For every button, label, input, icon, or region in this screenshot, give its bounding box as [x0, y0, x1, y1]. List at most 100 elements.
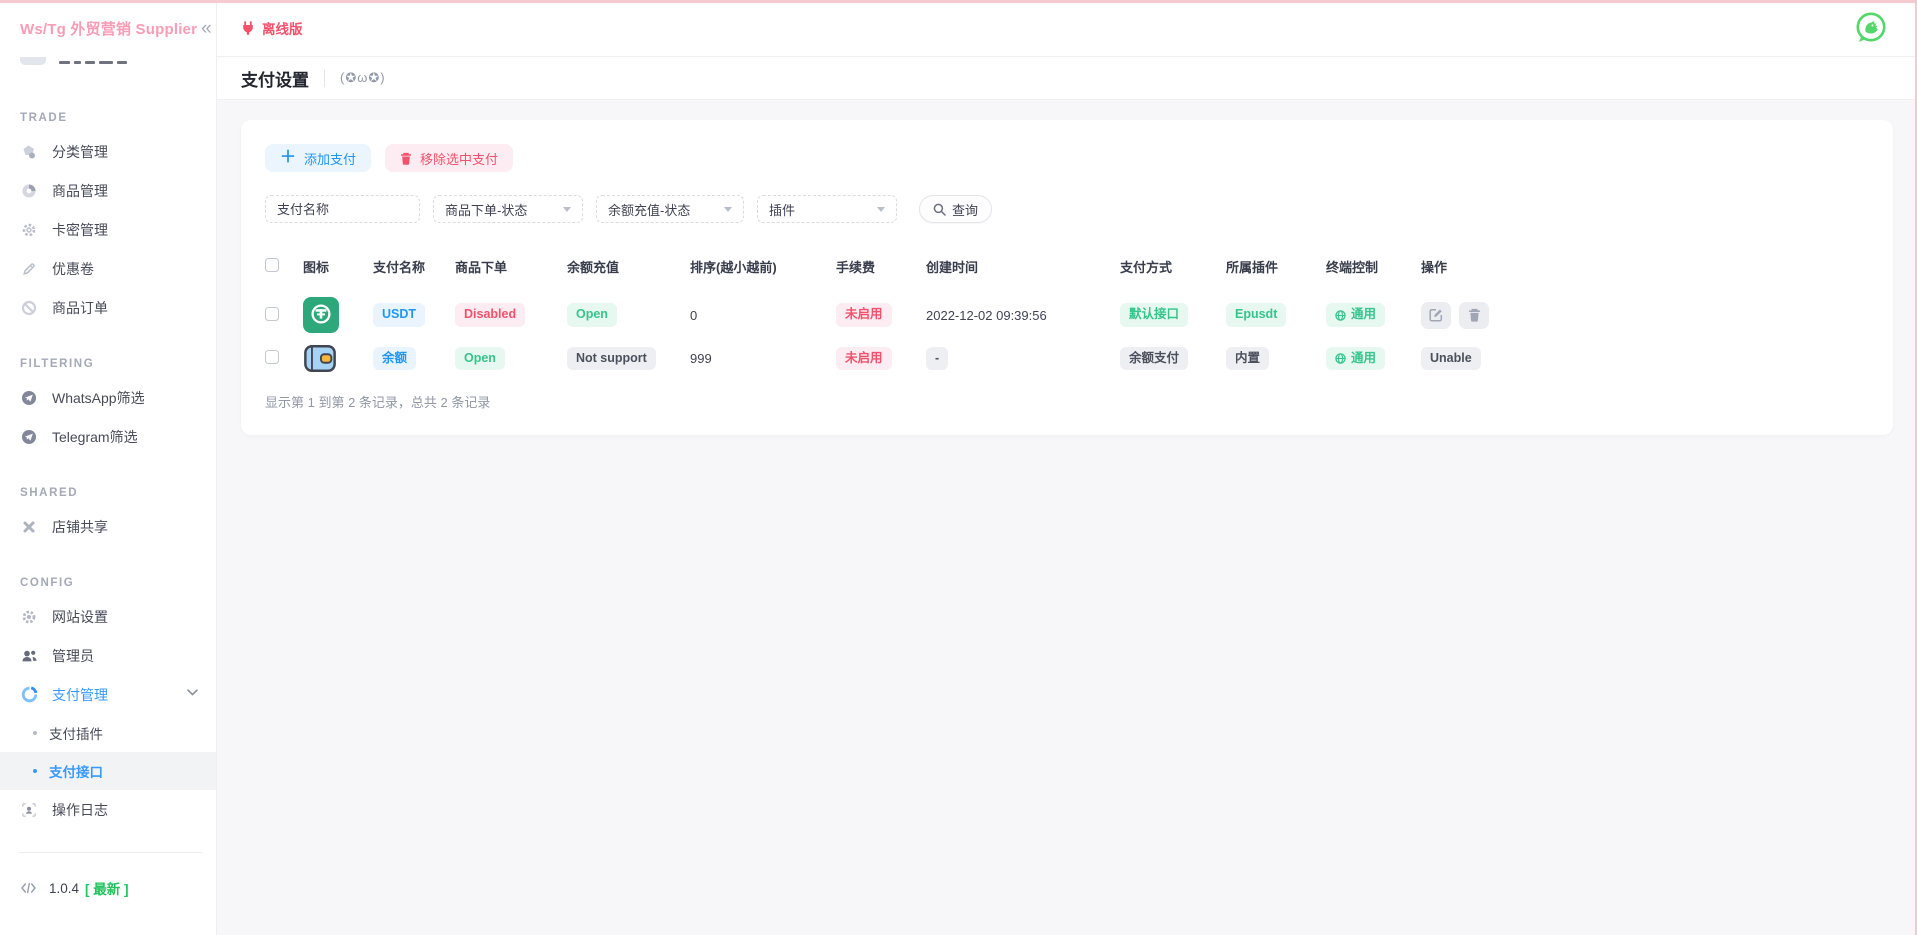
cell-method: 默认接口	[1120, 292, 1226, 338]
plug-icon	[241, 21, 255, 36]
sidebar-item-payment-api[interactable]: 支付接口	[0, 752, 216, 790]
sidebar-item-administrators[interactable]: 管理员	[0, 636, 216, 675]
page-title: 支付设置	[241, 66, 309, 91]
cell-plugin: 内置	[1226, 338, 1326, 379]
globe-icon	[1335, 310, 1346, 321]
table-row: 余额 Open Not support 999 未启用 - 余额支付 内置	[265, 338, 1869, 379]
pencil-ticket-icon	[20, 261, 38, 277]
select-row-checkbox[interactable]	[265, 350, 279, 364]
bullet-icon	[33, 769, 37, 773]
sidebar-collapse-icon[interactable]: «	[197, 19, 216, 38]
header-payment-name: 支付名称	[373, 245, 455, 292]
paper-plane-circle-icon	[20, 390, 38, 406]
header-plugin: 所属插件	[1226, 245, 1326, 292]
bullet-icon	[33, 731, 37, 735]
cell-fee: 未启用	[836, 338, 926, 379]
cell-order-status: Open	[455, 338, 567, 379]
caret-down-icon	[877, 207, 885, 212]
chevron-down-icon	[187, 689, 198, 696]
order-status-select[interactable]: 商品下单-状态	[433, 195, 583, 223]
cell-actions: Unable	[1421, 338, 1869, 379]
pie-chart-icon	[20, 686, 38, 703]
offline-version-label: 离线版	[262, 18, 303, 38]
sidebar-item-product-orders[interactable]: 商品订单	[0, 288, 216, 327]
method-badge: 余额支付	[1120, 347, 1188, 371]
sidebar-item-site-settings[interactable]: 网站设置	[0, 597, 216, 636]
cell-payment-name: 余额	[373, 338, 455, 379]
header-actions: 操作	[1421, 245, 1869, 292]
header-terminal: 终端控制	[1326, 245, 1421, 292]
status-badge: 未启用	[836, 303, 892, 327]
usdt-icon	[303, 297, 373, 333]
cell-sort: 0	[690, 292, 836, 338]
gear-icon	[20, 609, 38, 625]
section-label-trade: TRADE	[20, 112, 196, 126]
select-all-checkbox[interactable]	[265, 258, 279, 272]
cell-payment-name: USDT	[373, 292, 455, 338]
sidebar-item-shop-sharing[interactable]: 店铺共享	[0, 507, 216, 546]
wallet-icon	[303, 343, 373, 374]
sidebar-item-payment-management[interactable]: 支付管理	[0, 675, 216, 714]
delete-button[interactable]	[1459, 302, 1489, 329]
section-label-config: CONFIG	[20, 577, 196, 591]
offline-version-badge[interactable]: 离线版	[241, 18, 303, 38]
section-label-shared: SHARED	[20, 487, 196, 501]
table-header-row: 图标 支付名称 商品下单 余额充值 排序(越小越前) 手续费 创建时间 支付方式…	[265, 245, 1869, 292]
cell-icon	[303, 292, 373, 338]
clipped-item-icon	[20, 57, 46, 65]
title-separator	[324, 70, 325, 87]
sidebar-item-cardkey-management[interactable]: 卡密管理	[0, 210, 216, 249]
header-sort: 排序(越小越前)	[690, 245, 836, 292]
version-row: 1.0.4 [ 最新 ]	[0, 878, 216, 898]
status-badge: Not support	[567, 347, 656, 371]
sidebar-item-whatsapp-filter[interactable]: WhatsApp筛选	[0, 378, 216, 417]
page-title-emote: (✪ω✪)	[340, 70, 386, 86]
add-payment-button[interactable]: ＋ 添加支付	[265, 144, 371, 172]
payment-name-badge: USDT	[373, 303, 425, 327]
sidebar-item-coupons[interactable]: 优惠卷	[0, 249, 216, 288]
sidebar-item-telegram-filter[interactable]: Telegram筛选	[0, 417, 216, 456]
sidebar-item-clipped[interactable]	[20, 57, 216, 70]
version-tag[interactable]: [ 最新 ]	[85, 878, 129, 898]
status-badge: 未启用	[836, 347, 892, 371]
sidebar-divider	[18, 852, 202, 853]
cross-arrows-icon	[20, 519, 38, 535]
plugin-select[interactable]: 插件	[757, 195, 897, 223]
filter-bar: 商品下单-状态 余额充值-状态 插件	[265, 195, 1869, 223]
section-label-filtering: FILTERING	[20, 358, 196, 372]
cell-terminal: 通用	[1326, 338, 1421, 379]
sidebar-item-operation-logs[interactable]: 操作日志	[0, 790, 216, 829]
sidebar-item-payment-plugins[interactable]: 支付插件	[0, 714, 216, 752]
terminal-badge: 通用	[1326, 347, 1385, 371]
window-top-accent	[0, 0, 1917, 3]
payment-card: ＋ 添加支付 移除选中支付 商品下单-状态	[241, 120, 1893, 435]
edit-button[interactable]	[1421, 302, 1451, 329]
page-header: 支付设置 (✪ω✪)	[217, 57, 1917, 100]
face-scan-icon	[20, 802, 38, 818]
cell-actions	[1421, 292, 1869, 338]
search-button[interactable]: 查询	[919, 195, 992, 223]
sidebar-item-category-management[interactable]: 分类管理	[0, 132, 216, 171]
header-recharge: 余额充值	[567, 245, 690, 292]
status-badge: Disabled	[455, 303, 525, 327]
status-badge: Open	[455, 347, 505, 371]
payment-name-input[interactable]	[265, 195, 420, 223]
sidebar-nav: TRADE 分类管理 商品管理 卡密管理	[0, 70, 216, 829]
code-icon	[20, 881, 37, 895]
cell-recharge-status: Open	[567, 292, 690, 338]
terminal-badge: 通用	[1326, 303, 1385, 327]
plus-icon: ＋	[280, 150, 296, 166]
paper-plane-circle-icon	[20, 429, 38, 445]
recharge-status-select[interactable]: 余额充值-状态	[596, 195, 744, 223]
created-badge: -	[926, 347, 948, 371]
cell-created: 2022-12-02 09:39:56	[926, 292, 1120, 338]
avatar[interactable]	[1851, 8, 1891, 48]
trash-icon	[400, 152, 412, 165]
status-badge: Open	[567, 303, 617, 327]
sidebar-item-product-management[interactable]: 商品管理	[0, 171, 216, 210]
cell-icon	[303, 338, 373, 379]
version-number: 1.0.4	[49, 881, 79, 896]
select-row-checkbox[interactable]	[265, 307, 279, 321]
cell-plugin: Epusdt	[1226, 292, 1326, 338]
remove-selected-button[interactable]: 移除选中支付	[385, 144, 513, 172]
